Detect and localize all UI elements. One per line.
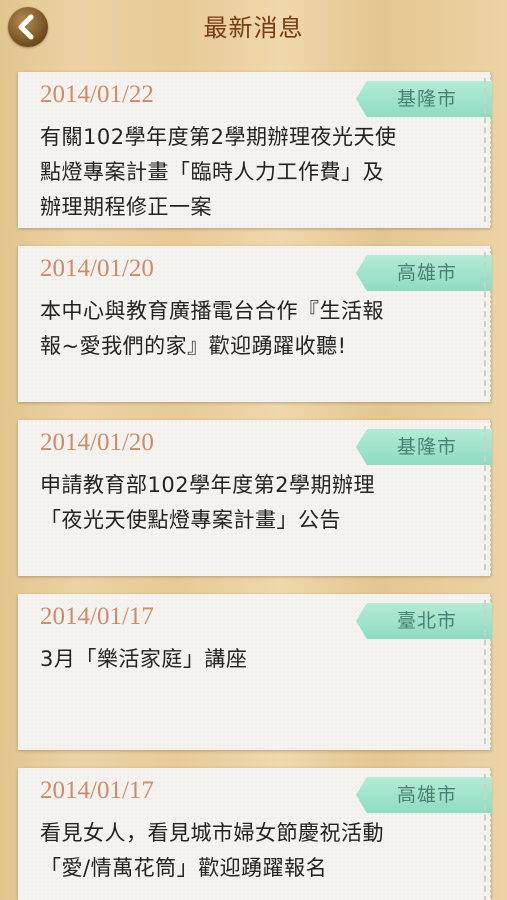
news-headline: 看見女人，看見城市婦女節慶祝活動 「愛/情萬花筒」歡迎踴躍報名 xyxy=(40,816,465,886)
page-title: 最新消息 xyxy=(203,14,304,42)
city-tag: 臺北市 xyxy=(356,603,492,639)
headline-line: 本中心與教育廣播電台合作『生活報 xyxy=(40,299,384,323)
news-headline: 3月「樂活家庭」講座 xyxy=(40,642,465,677)
news-headline: 有關102學年度第2學期辦理夜光天使 點燈專案計畫「臨時人力工作費」及 辦理期程… xyxy=(40,120,465,225)
app-header: 最新消息 xyxy=(0,0,507,58)
headline-line: 看見女人，看見城市婦女節慶祝活動 xyxy=(40,821,384,845)
news-item[interactable]: 2014/01/17 高雄市 看見女人，看見城市婦女節慶祝活動 「愛/情萬花筒」… xyxy=(18,768,492,900)
headline-line: 申請教育部102學年度第2學期辦理 xyxy=(40,473,375,497)
news-date: 2014/01/22 xyxy=(40,81,154,108)
news-date: 2014/01/20 xyxy=(40,255,154,282)
news-date: 2014/01/17 xyxy=(40,777,154,804)
headline-line: 有關102學年度第2學期辦理夜光天使 xyxy=(40,125,397,149)
headline-line: 「愛/情萬花筒」歡迎踴躍報名 xyxy=(40,856,328,880)
news-date: 2014/01/17 xyxy=(40,603,154,630)
headline-line: 報~愛我們的家』歡迎踴躍收聽! xyxy=(40,334,347,358)
news-item[interactable]: 2014/01/22 基隆市 有關102學年度第2學期辦理夜光天使 點燈專案計畫… xyxy=(18,72,492,228)
headline-line: 點燈專案計畫「臨時人力工作費」及 xyxy=(40,160,384,184)
city-tag: 高雄市 xyxy=(356,255,492,291)
headline-line: 辦理期程修正一案 xyxy=(40,195,212,219)
news-headline: 本中心與教育廣播電台合作『生活報 報~愛我們的家』歡迎踴躍收聽! xyxy=(40,294,465,364)
city-tag: 高雄市 xyxy=(356,777,492,813)
news-item[interactable]: 2014/01/20 高雄市 本中心與教育廣播電台合作『生活報 報~愛我們的家』… xyxy=(18,246,492,402)
news-headline: 申請教育部102學年度第2學期辦理 「夜光天使點燈專案計畫」公告 xyxy=(40,468,465,538)
news-date: 2014/01/20 xyxy=(40,429,154,456)
city-tag: 基隆市 xyxy=(356,429,492,465)
headline-line: 3月「樂活家庭」講座 xyxy=(40,647,248,671)
news-item[interactable]: 2014/01/17 臺北市 3月「樂活家庭」講座 xyxy=(18,594,492,750)
headline-line: 「夜光天使點燈專案計畫」公告 xyxy=(40,508,341,532)
news-item[interactable]: 2014/01/20 基隆市 申請教育部102學年度第2學期辦理 「夜光天使點燈… xyxy=(18,420,492,576)
city-tag: 基隆市 xyxy=(356,81,492,117)
